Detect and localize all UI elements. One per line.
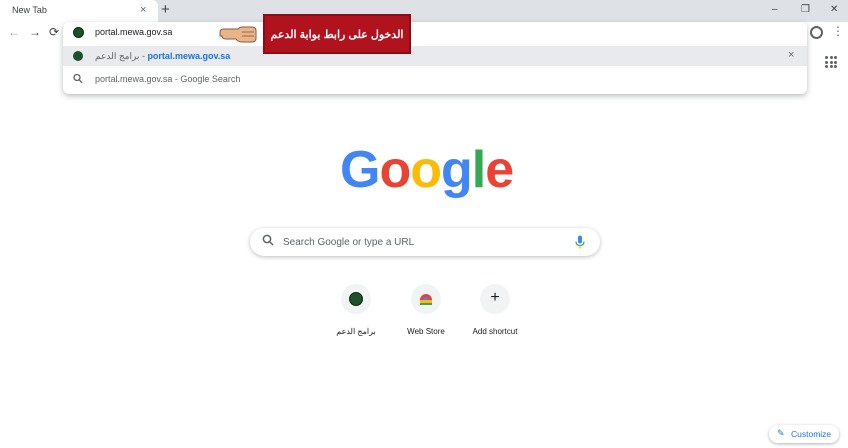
- suggestion-text: portal.mewa.gov.sa - Google Search: [95, 74, 241, 84]
- site-favicon-icon: [73, 51, 83, 61]
- suggestion-title: برامج الدعم: [95, 51, 140, 61]
- forward-button[interactable]: →: [29, 25, 41, 39]
- logo-letter: l: [471, 141, 486, 199]
- search-box[interactable]: Search Google or type a URL: [250, 228, 600, 256]
- apps-grid-icon[interactable]: [825, 56, 837, 68]
- shortcut-tile: [341, 284, 371, 314]
- site-favicon-icon: [349, 292, 363, 306]
- microphone-icon[interactable]: [575, 235, 585, 249]
- search-input[interactable]: Search Google or type a URL: [283, 237, 414, 248]
- remove-suggestion-icon[interactable]: ×: [788, 49, 794, 61]
- logo-letter: e: [485, 141, 514, 199]
- logo-letter: o: [379, 141, 411, 199]
- address-bar[interactable]: portal.mewa.gov.sa: [63, 22, 807, 44]
- minimize-button[interactable]: –: [772, 3, 778, 17]
- back-button[interactable]: ←: [8, 25, 20, 39]
- plus-icon: +: [490, 289, 500, 306]
- add-shortcut-button[interactable]: + Add shortcut: [450, 284, 540, 344]
- tab-title: New Tab: [12, 5, 47, 15]
- suggestion-url: portal.mewa.gov.sa: [147, 51, 231, 61]
- new-tab-button[interactable]: +: [161, 1, 170, 19]
- site-favicon-icon: [73, 27, 84, 38]
- shortcut-tile: +: [480, 284, 510, 314]
- customize-button[interactable]: ✎ Customize: [769, 425, 839, 443]
- tab-strip: New Tab × + – ❐ ✕: [0, 0, 848, 22]
- google-logo: Google: [340, 140, 514, 200]
- suggestion-text: برامج الدعم - portal.mewa.gov.sa: [95, 51, 230, 62]
- logo-letter: G: [340, 141, 380, 199]
- shortcut-tile: [411, 284, 441, 314]
- web-store-icon: [420, 294, 432, 305]
- chrome-menu-icon[interactable]: ⋮: [832, 24, 844, 38]
- pencil-icon: ✎: [777, 428, 785, 438]
- logo-letter: g: [440, 141, 473, 199]
- suggestion-item[interactable]: برامج الدعم - portal.mewa.gov.sa ×: [63, 46, 807, 66]
- maximize-button[interactable]: ❐: [801, 3, 810, 17]
- suggestion-item[interactable]: portal.mewa.gov.sa - Google Search: [63, 69, 807, 89]
- account-icon[interactable]: [810, 26, 823, 39]
- reload-button[interactable]: ⟳: [49, 25, 59, 39]
- omnibox-dropdown: portal.mewa.gov.sa برامج الدعم - portal.…: [63, 22, 807, 94]
- address-input[interactable]: portal.mewa.gov.sa: [95, 27, 172, 37]
- tab-new-tab[interactable]: New Tab ×: [0, 0, 158, 22]
- close-window-button[interactable]: ✕: [830, 3, 838, 17]
- tab-close-icon[interactable]: ×: [140, 3, 146, 17]
- search-icon: [262, 234, 274, 246]
- search-icon: [73, 73, 83, 84]
- pointing-hand-icon: [219, 26, 257, 43]
- customize-label: Customize: [791, 429, 832, 439]
- shortcut-label: Add shortcut: [472, 327, 518, 336]
- annotation-callout: الدخول على رابط بوابة الدعم: [263, 14, 411, 54]
- logo-letter: o: [410, 141, 442, 199]
